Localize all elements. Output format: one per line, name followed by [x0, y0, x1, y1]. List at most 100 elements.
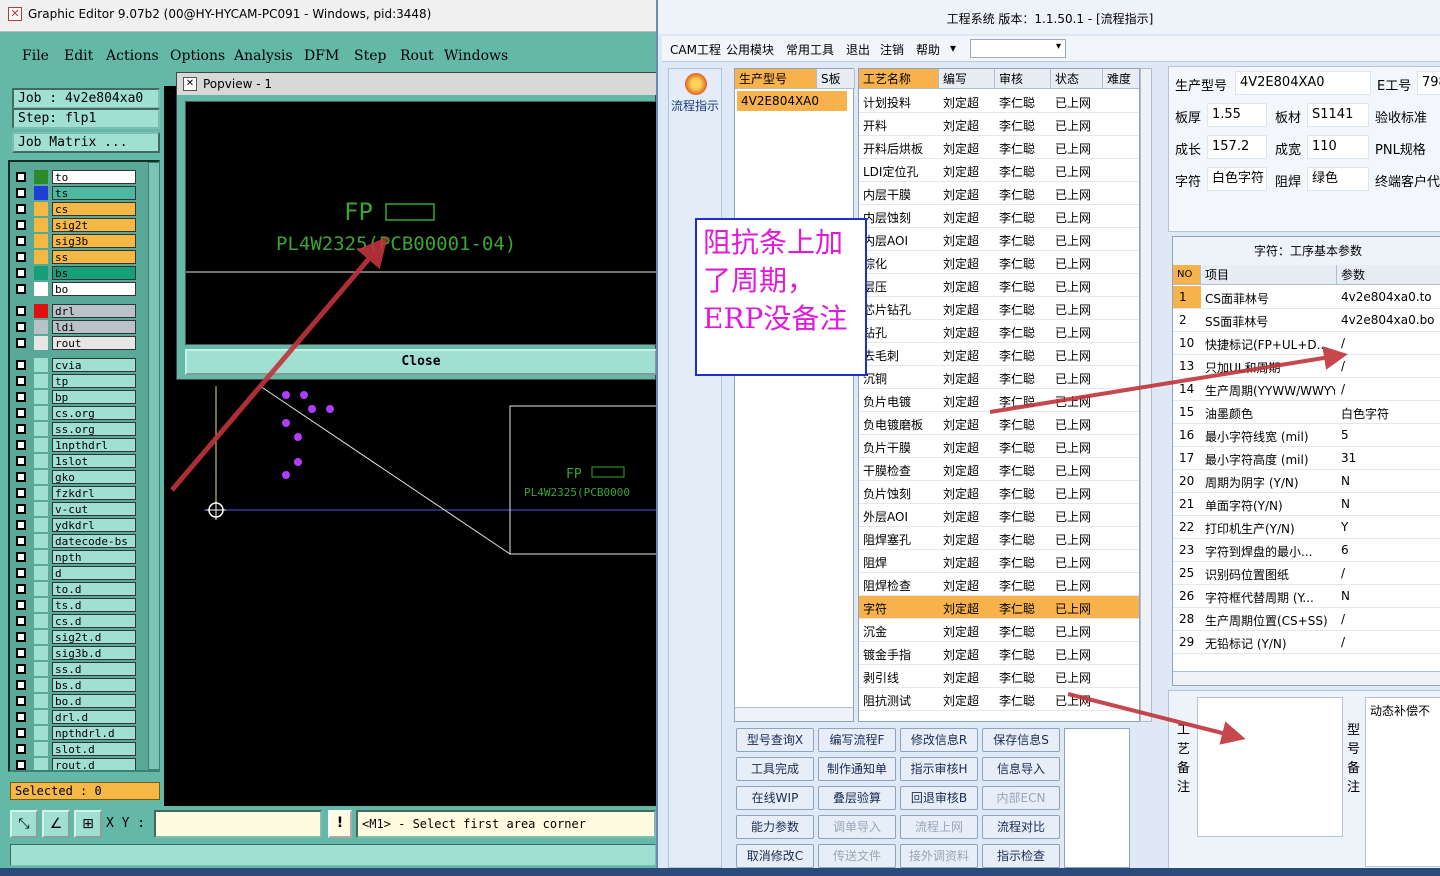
layer-name[interactable]: sig2t.d [52, 630, 136, 644]
action-button[interactable]: 在线WIP [736, 786, 814, 810]
table-row[interactable]: 负片干膜 刘定超 李仁聪 已上网 [859, 435, 1139, 458]
info-wid-value[interactable]: 110 [1307, 135, 1369, 159]
layer-row[interactable]: ss [14, 250, 138, 264]
table-row[interactable]: 负片蚀刻 刘定超 李仁聪 已上网 [859, 481, 1139, 504]
popview-close-icon[interactable]: ✕ [183, 77, 197, 91]
layer-checkbox[interactable] [16, 172, 26, 182]
layer-row[interactable]: fzkdrl [14, 486, 138, 500]
col-model[interactable]: 生产型号 [735, 69, 817, 89]
action-button[interactable]: 接外调资料 [900, 844, 978, 868]
model-list-hscroll[interactable] [735, 707, 853, 721]
layer-name[interactable]: cs [52, 202, 136, 216]
layer-row[interactable]: to [14, 170, 138, 184]
layer-name[interactable]: rout.d [52, 758, 136, 770]
menu-cam[interactable]: CAM工程 [670, 41, 721, 58]
table-row[interactable]: 沉金 刘定超 李仁聪 已上网 [859, 619, 1139, 642]
layer-row[interactable]: ts.d [14, 598, 138, 612]
process-remark-box[interactable] [1197, 697, 1343, 837]
table-row[interactable]: 沉铜 刘定超 李仁聪 已上网 [859, 366, 1139, 389]
layer-name[interactable]: npthdrl.d [52, 726, 136, 740]
layer-checkbox[interactable] [16, 632, 26, 642]
col-reviewer[interactable]: 审核 [995, 69, 1051, 89]
layer-checkbox[interactable] [16, 472, 26, 482]
menu-analysis[interactable]: Analysis [234, 48, 293, 64]
info-mask-value[interactable]: 绿色 [1307, 167, 1369, 191]
layer-name[interactable]: bs [52, 266, 136, 280]
layer-row[interactable]: cs.d [14, 614, 138, 628]
menu-help[interactable]: 帮助 [916, 41, 940, 58]
table-row[interactable]: 阻焊塞孔 刘定超 李仁聪 已上网 [859, 527, 1139, 550]
menu-logout[interactable]: 注销 [880, 41, 904, 58]
layer-checkbox[interactable] [16, 616, 26, 626]
layer-name[interactable]: rout [52, 336, 136, 350]
param-row[interactable]: 21 单面字符(Y/N) N [1173, 493, 1440, 516]
menu-common-tools[interactable]: 常用工具 [786, 41, 834, 58]
model-list-item[interactable]: 4V2E804XA0 [737, 91, 847, 111]
col-no[interactable]: NO [1173, 265, 1201, 285]
layer-name[interactable]: ss [52, 250, 136, 264]
layer-checkbox[interactable] [16, 440, 26, 450]
param-row[interactable]: 23 字符到焊盘的最小... 6 [1173, 539, 1440, 562]
layer-checkbox[interactable] [16, 188, 26, 198]
param-row[interactable]: 10 快捷标记(FP+UL+D... / [1173, 332, 1440, 355]
layer-checkbox[interactable] [16, 568, 26, 578]
action-button[interactable]: 编写流程F [818, 728, 896, 752]
layer-name[interactable]: ydkdrl [52, 518, 136, 532]
layer-row[interactable]: gko [14, 470, 138, 484]
layer-name[interactable]: gko [52, 470, 136, 484]
menu-rout[interactable]: Rout [400, 48, 434, 64]
layer-name[interactable]: to [52, 170, 136, 184]
col-item[interactable]: 项目 [1201, 265, 1337, 285]
layer-name[interactable]: fzkdrl [52, 486, 136, 500]
process-params-grid[interactable]: 字符：工序基本参数 NO 项目 参数 1 CS面菲林号 4v2e804xa0.to 2… [1172, 236, 1440, 686]
layer-checkbox[interactable] [16, 488, 26, 498]
param-row[interactable]: 28 生产周期位置(CS+SS) / [1173, 608, 1440, 631]
layer-checkbox[interactable] [16, 552, 26, 562]
layer-name[interactable]: drl [52, 304, 136, 318]
menu-actions[interactable]: Actions [106, 48, 159, 64]
model-list[interactable]: 生产型号 S板 4V2E804XA0 [734, 68, 855, 722]
warning-icon[interactable]: ! [328, 810, 352, 838]
layer-row[interactable]: tp [14, 374, 138, 388]
action-button[interactable]: 指示审核H [900, 757, 978, 781]
layer-checkbox[interactable] [16, 220, 26, 230]
layer-checkbox[interactable] [16, 376, 26, 386]
info-len-value[interactable]: 157.2 [1207, 135, 1267, 159]
layer-row[interactable]: ss.org [14, 422, 138, 436]
action-button[interactable]: 制作通知单 [818, 757, 896, 781]
table-row[interactable]: 镀金手指 刘定超 李仁聪 已上网 [859, 642, 1139, 665]
info-char-value[interactable]: 白色字符 [1207, 167, 1267, 191]
layer-checkbox[interactable] [16, 584, 26, 594]
layer-checkbox[interactable] [16, 392, 26, 402]
layer-row[interactable]: cvia [14, 358, 138, 372]
layer-name[interactable]: cs.org [52, 406, 136, 420]
grid-icon[interactable]: ⊞ [74, 810, 102, 838]
layer-checkbox[interactable] [16, 728, 26, 738]
layer-name[interactable]: bo.d [52, 694, 136, 708]
popview-close-button[interactable]: Close [185, 349, 657, 375]
layer-checkbox[interactable] [16, 268, 26, 278]
table-row[interactable]: 内层AOI 刘定超 李仁聪 已上网 [859, 228, 1139, 251]
layer-row[interactable]: sig2t [14, 218, 138, 232]
menu-windows[interactable]: Windows [444, 48, 508, 64]
layer-name[interactable]: ts [52, 186, 136, 200]
layer-row[interactable]: bp [14, 390, 138, 404]
action-button[interactable]: 取消修改C [736, 844, 814, 868]
layer-name[interactable]: slot.d [52, 742, 136, 756]
table-row[interactable]: 外层AOI 刘定超 李仁聪 已上网 [859, 504, 1139, 527]
layer-name[interactable]: 1slot [52, 454, 136, 468]
action-button[interactable]: 叠层验算 [818, 786, 896, 810]
table-row[interactable]: 阻抗测试 刘定超 李仁聪 已上网 [859, 688, 1139, 711]
action-button[interactable]: 指示检查 [982, 844, 1060, 868]
layer-row[interactable]: v-cut [14, 502, 138, 516]
layer-row[interactable]: bs.d [14, 678, 138, 692]
table-row[interactable]: 负电镀磨板 刘定超 李仁聪 已上网 [859, 412, 1139, 435]
layer-row[interactable]: d [14, 566, 138, 580]
action-button[interactable]: 内部ECN [982, 786, 1060, 810]
layer-name[interactable]: drl.d [52, 710, 136, 724]
param-row[interactable]: 1 CS面菲林号 4v2e804xa0.to [1173, 286, 1440, 309]
layer-row[interactable]: sig3b.d [14, 646, 138, 660]
layer-scrollbar[interactable] [148, 162, 160, 770]
process-grid-scrollbar[interactable] [1140, 68, 1152, 722]
layer-checkbox[interactable] [16, 504, 26, 514]
